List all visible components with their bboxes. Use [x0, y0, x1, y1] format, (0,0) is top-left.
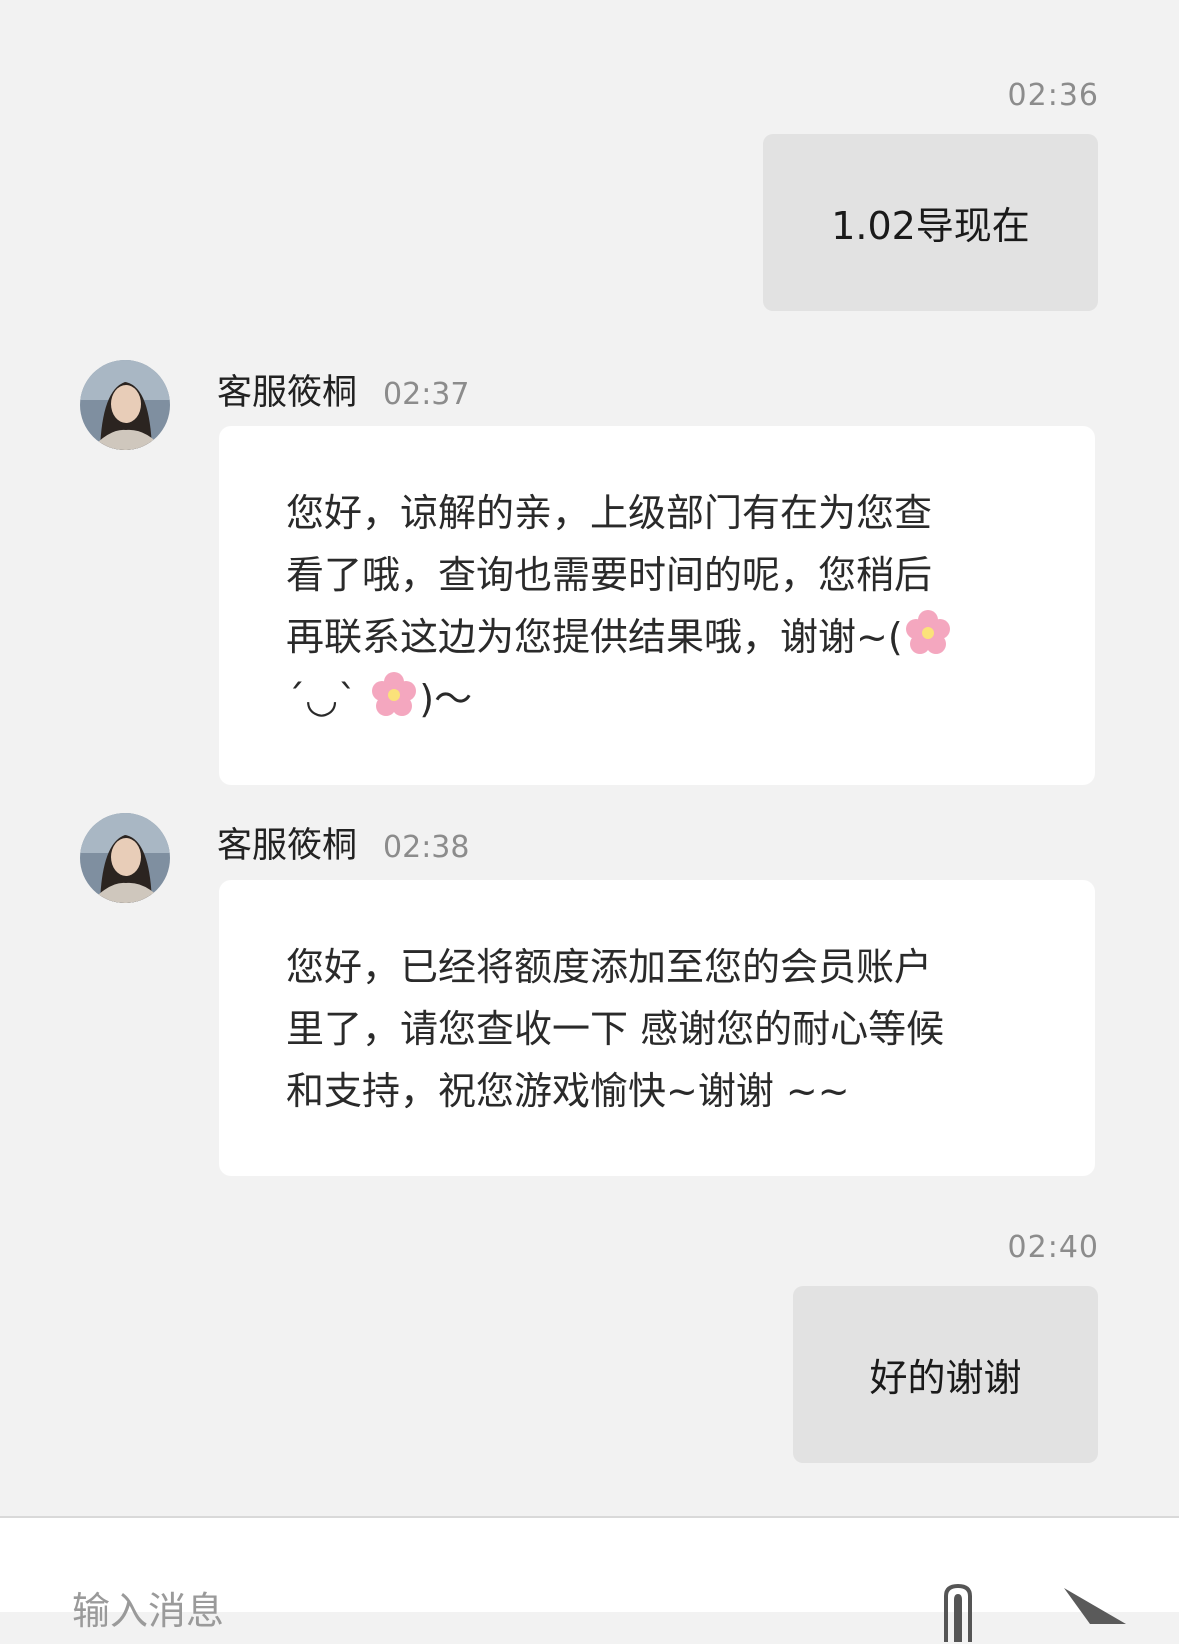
outgoing-message-bubble[interactable]: 好的谢谢 — [793, 1286, 1098, 1463]
message-header: 客服筱桐 02:37 — [217, 364, 469, 415]
message-input[interactable]: 输入消息 — [72, 1580, 224, 1635]
cherry-blossom-emoji — [372, 672, 417, 716]
incoming-message-bubble[interactable]: 您好，已经将额度添加至您的会员账户 里了，请您查收一下 感谢您的耐心等候 和支持… — [219, 880, 1095, 1176]
message-timestamp: 02:37 — [383, 377, 470, 412]
message-input-bar: 输入消息 — [0, 1516, 1179, 1642]
cherry-blossom-emoji — [905, 610, 950, 654]
send-arrow-icon[interactable] — [1060, 1584, 1130, 1644]
message-header: 客服筱桐 02:38 — [217, 817, 469, 868]
message-line: ´◡` )～ — [286, 668, 1035, 730]
message-timestamp: 02:38 — [383, 830, 470, 865]
message-line: 您好，谅解的亲，上级部门有在为您查 — [286, 491, 933, 535]
agent-avatar[interactable] — [80, 360, 170, 450]
chat-message-list[interactable]: 02:36 1.02导现在 客服筱桐 02:37 您好，谅解的亲，上级部门有在为… — [0, 0, 1179, 1516]
outgoing-message-bubble[interactable]: 1.02导现在 — [763, 134, 1098, 311]
message-line: 看了哦，查询也需要时间的呢，您稍后 — [286, 553, 933, 597]
message-line: 和支持，祝您游戏愉快~谢谢 ~~ — [286, 1069, 850, 1113]
sender-name: 客服筱桐 — [217, 826, 358, 866]
message-text: 好的谢谢 — [869, 1356, 1022, 1400]
paperclip-icon[interactable] — [936, 1582, 980, 1642]
incoming-message-bubble[interactable]: 您好，谅解的亲，上级部门有在为您查 看了哦，查询也需要时间的呢，您稍后 再联系这… — [219, 426, 1095, 785]
message-line: 再联系这边为您提供结果哦，谢谢~( — [286, 606, 1035, 668]
message-timestamp: 02:40 — [1007, 1230, 1099, 1265]
message-timestamp: 02:36 — [1007, 78, 1099, 113]
message-text: 1.02导现在 — [831, 204, 1030, 248]
agent-avatar[interactable] — [80, 813, 170, 903]
message-line: 您好，已经将额度添加至您的会员账户 — [286, 945, 933, 989]
sender-name: 客服筱桐 — [217, 373, 358, 413]
message-line: 里了，请您查收一下 感谢您的耐心等候 — [286, 1007, 945, 1051]
